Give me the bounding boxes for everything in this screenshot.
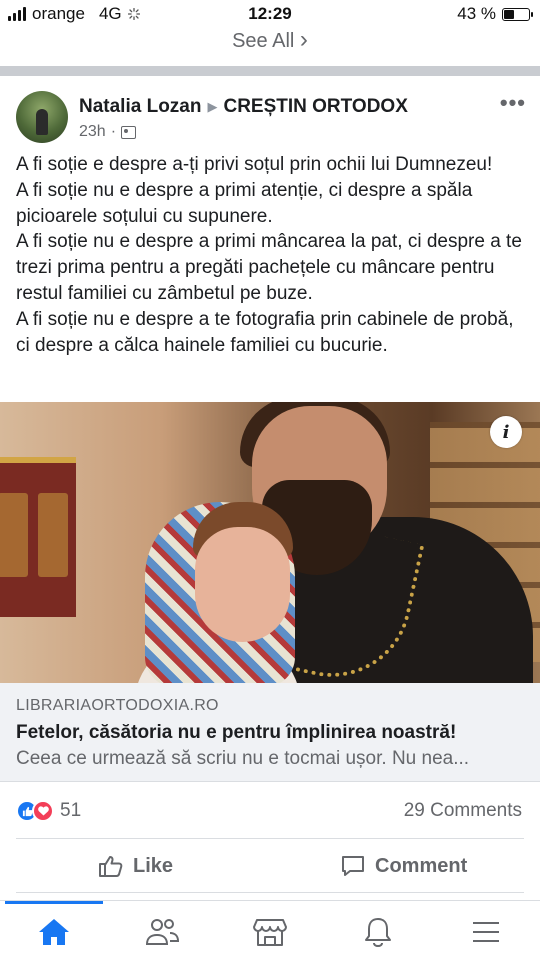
comment-bubble-icon <box>342 856 364 876</box>
battery-fill <box>504 9 514 19</box>
post-text: A fi soție e despre a-ți privi soțul pri… <box>16 152 526 358</box>
post-time[interactable]: 23h <box>79 123 106 141</box>
post-header-title: Natalia Lozan ▶ CREȘTIN ORTODOX <box>79 96 408 118</box>
avatar-figure <box>36 109 48 135</box>
group-name[interactable]: CREȘTIN ORTODOX <box>223 96 407 118</box>
see-all-row: See All › <box>0 26 540 54</box>
link-title: Fetelor, căsătoria nu e pentru împlinire… <box>16 722 457 743</box>
woman-face <box>195 527 290 642</box>
status-bar: orange 4G 12:29 43 % <box>0 0 540 28</box>
see-all-label: See All <box>232 30 295 52</box>
see-all-link[interactable]: See All › <box>232 26 308 53</box>
divider <box>16 838 524 839</box>
nav-menu[interactable] <box>466 915 506 949</box>
marketplace-icon <box>253 919 287 946</box>
comments-count[interactable]: 29 Comments <box>404 800 522 822</box>
link-description: Ceea ce urmează să scriu nu e tocmai ușo… <box>16 748 470 769</box>
notifications-icon <box>365 918 391 947</box>
status-right: 43 % <box>457 4 533 24</box>
arrow-right-icon: ▶ <box>207 99 218 114</box>
church-banner <box>30 457 76 617</box>
nav-active-indicator <box>5 901 103 904</box>
post-text-line: A fi soție nu e despre a te fotografia p… <box>16 308 514 356</box>
divider <box>16 892 524 893</box>
info-icon[interactable]: i <box>490 416 522 448</box>
meta-dot: · <box>110 123 117 140</box>
nav-home[interactable] <box>34 915 74 949</box>
link-preview-image[interactable]: i <box>0 402 540 683</box>
reactions-count: 51 <box>60 800 82 821</box>
battery-icon <box>502 7 533 21</box>
love-reaction-icon <box>32 800 54 822</box>
post-meta: 23h · <box>79 123 137 141</box>
like-button[interactable]: Like <box>98 854 173 878</box>
nav-friends[interactable] <box>142 915 182 949</box>
author-name[interactable]: Natalia Lozan <box>79 96 201 118</box>
thumbs-up-icon <box>99 856 123 877</box>
post-text-line: A fi soție nu e despre a primi atenție, … <box>16 179 473 227</box>
battery-percent: 43 % <box>457 4 496 23</box>
post-text-line: A fi soție nu e despre a primi mâncarea … <box>16 231 522 304</box>
comment-label: Comment <box>375 854 468 877</box>
section-separator <box>0 66 540 76</box>
link-caption[interactable]: LIBRARIAORTODOXIA.RO Fetelor, căsătoria … <box>0 683 540 782</box>
link-domain: LIBRARIAORTODOXIA.RO <box>16 697 219 714</box>
reactions-summary[interactable]: 51 <box>16 800 81 822</box>
more-options-icon[interactable]: ••• <box>500 90 526 116</box>
group-icon <box>121 125 137 139</box>
nav-notifications[interactable] <box>358 915 398 949</box>
nav-marketplace[interactable] <box>250 915 290 949</box>
bottom-nav <box>0 900 540 960</box>
chevron-right-icon: › <box>299 26 308 53</box>
comment-button[interactable]: Comment <box>340 854 467 878</box>
friends-icon <box>145 919 180 945</box>
avatar[interactable] <box>16 91 68 143</box>
home-icon <box>39 919 69 945</box>
menu-icon <box>473 922 499 942</box>
like-label: Like <box>133 854 174 877</box>
post-text-line: A fi soție e despre a-ți privi soțul pri… <box>16 154 493 175</box>
